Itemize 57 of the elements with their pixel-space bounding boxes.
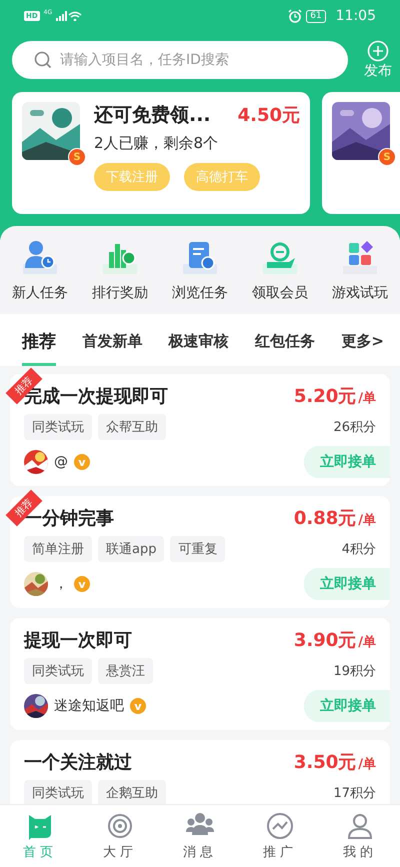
task-points: 26积分 (333, 419, 376, 436)
category-tab[interactable]: 更多> (341, 326, 384, 366)
task-title: 一个关注就过 (24, 751, 132, 774)
wifi-icon (68, 11, 82, 21)
task-points: 17积分 (333, 785, 376, 802)
coin-badge: S (378, 148, 396, 166)
person-icon (345, 811, 375, 841)
alarm-icon (288, 9, 302, 23)
verified-badge: v (130, 698, 146, 714)
category-tab[interactable]: 极速审核 (168, 326, 229, 366)
verified-badge: v (74, 454, 90, 470)
verified-badge: v (74, 576, 90, 592)
coin-badge: S (68, 148, 86, 166)
task-tag: 众帮互助 (98, 414, 166, 440)
battery-indicator: 61 (306, 10, 326, 22)
task-price: 3.50元/单 (294, 751, 376, 774)
shortcut-button[interactable]: 游戏试玩 (332, 238, 388, 302)
user-name: ， (54, 575, 68, 593)
task-tag: 同类试玩 (24, 780, 92, 804)
task-points: 19积分 (333, 663, 376, 680)
shortcut-button[interactable]: 新人任务 (12, 238, 68, 302)
task-card[interactable]: 提现一次即可 3.90元/单 同类试玩 悬赏汪 19积分 迷途知返吧 v 立即接单 (10, 618, 390, 730)
nav-tab[interactable]: 推广 (263, 811, 297, 861)
task-tag: 企鹅互助 (98, 780, 166, 804)
task-tag: 同类试玩 (24, 414, 92, 440)
user-name: @ (54, 454, 68, 470)
offer-subtitle: 2人已赚，剩余8个 (94, 134, 220, 153)
nav-tab[interactable]: 消息 (183, 811, 217, 861)
category-tab[interactable]: 推荐 (22, 326, 56, 366)
target-bubble-icon (105, 811, 135, 841)
task-points: 4积分 (342, 541, 376, 558)
task-tag: 简单注册 (24, 536, 92, 562)
offer-price: 4.50元 (238, 104, 300, 127)
task-tag: 同类试玩 (24, 658, 92, 684)
task-tag: 可重复 (170, 536, 226, 562)
nav-tab[interactable]: 大厅 (103, 811, 137, 861)
search-icon (34, 51, 52, 69)
signal-icon (56, 11, 68, 21)
category-tab[interactable]: 红包任务 (255, 326, 316, 366)
task-tag: 悬赏汪 (98, 658, 153, 684)
search-field[interactable]: 请输入项目名，任务ID搜索 (12, 41, 348, 79)
nav-tab[interactable]: 我的 (343, 811, 377, 861)
task-tag: 联通app (98, 536, 164, 562)
plus-icon (367, 40, 389, 62)
shortcut-button[interactable]: 排行奖励 (92, 238, 148, 302)
task-card[interactable]: 一个关注就过 3.50元/单 同类试玩 企鹅互助 17积分 (10, 740, 390, 804)
shortcut-button[interactable]: 浏览任务 (172, 238, 228, 302)
user-name: 迷途知返吧 (54, 697, 124, 715)
category-tab[interactable]: 首发新单 (82, 326, 142, 366)
task-price: 0.88元/单 (294, 507, 376, 530)
task-price: 3.90元/单 (294, 629, 376, 652)
trend-circle-icon (265, 811, 295, 841)
task-price: 5.20元/单 (294, 385, 376, 408)
clock-time: 11:05 (336, 8, 376, 24)
shortcut-button[interactable]: 领取会员 (252, 238, 308, 302)
offer-title: 还可免费领... (94, 103, 211, 128)
task-title: 提现一次即可 (24, 629, 132, 652)
